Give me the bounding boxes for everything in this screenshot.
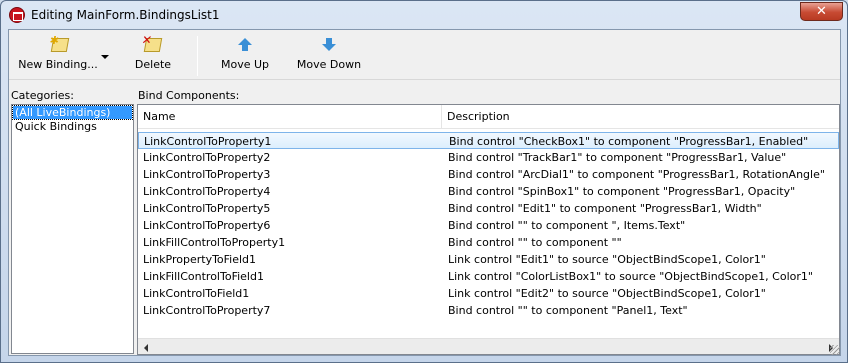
arrow-down-icon bbox=[321, 38, 337, 52]
row-description: Bind control "" to component "" bbox=[448, 236, 622, 249]
bind-components-label: Bind Components: bbox=[138, 89, 240, 102]
bind-components-list[interactable]: Name Description LinkControlToProperty1 B… bbox=[137, 104, 840, 355]
column-header-name[interactable]: Name bbox=[138, 105, 442, 129]
scroll-left-icon[interactable] bbox=[138, 339, 155, 354]
row-description: Bind control "Edit1" to component "Progr… bbox=[448, 202, 762, 215]
row-name: LinkFillControlToField1 bbox=[143, 270, 264, 283]
new-binding-button[interactable]: ✱ New Binding... bbox=[17, 34, 99, 76]
client-area: ✱ New Binding... ✕ Delete Move Up Move D… bbox=[8, 29, 841, 356]
move-down-button[interactable]: Move Down bbox=[293, 34, 365, 76]
column-header-description[interactable]: Description bbox=[442, 105, 839, 129]
row-name: LinkControlToProperty5 bbox=[143, 202, 271, 215]
row-description: Link control "Edit2" to source "ObjectBi… bbox=[448, 287, 766, 300]
table-row[interactable]: LinkControlToProperty7 Bind control "" to… bbox=[138, 302, 839, 319]
row-description: Bind control "TrackBar1" to component "P… bbox=[448, 151, 787, 164]
move-up-button[interactable]: Move Up bbox=[215, 34, 275, 76]
category-item-quick-bindings[interactable]: Quick Bindings bbox=[13, 120, 132, 133]
new-binding-label: New Binding... bbox=[18, 58, 98, 71]
row-name: LinkFillControlToProperty1 bbox=[143, 236, 286, 249]
delete-icon: ✕ bbox=[141, 33, 163, 52]
row-name: LinkControlToProperty1 bbox=[144, 135, 272, 148]
row-name: LinkControlToProperty6 bbox=[143, 219, 271, 232]
table-row[interactable]: LinkFillControlToProperty1 Bind control "… bbox=[138, 234, 839, 251]
list-header: Name Description bbox=[138, 105, 839, 129]
app-icon bbox=[9, 7, 25, 23]
toolbar-separator bbox=[197, 36, 198, 76]
window-title: Editing MainForm.BindingsList1 bbox=[31, 8, 220, 22]
delete-label: Delete bbox=[134, 58, 172, 71]
move-down-label: Move Down bbox=[296, 58, 362, 71]
editor-window: Editing MainForm.BindingsList1 ✕ ✱ New B… bbox=[0, 0, 848, 363]
rows: LinkControlToProperty1 Bind control "Chec… bbox=[138, 132, 839, 319]
row-name: LinkControlToProperty3 bbox=[143, 168, 271, 181]
row-description: Link control "ColorListBox1" to source "… bbox=[448, 270, 813, 283]
arrow-up-icon bbox=[237, 38, 253, 52]
move-up-label: Move Up bbox=[220, 58, 270, 71]
row-name: LinkControlToProperty7 bbox=[143, 304, 271, 317]
resize-grip-icon[interactable] bbox=[830, 345, 840, 355]
new-binding-dropdown-arrow-icon[interactable] bbox=[101, 55, 109, 59]
categories-list[interactable]: (All LiveBindings) Quick Bindings bbox=[11, 104, 134, 354]
table-row[interactable]: LinkControlToProperty5 Bind control "Edit… bbox=[138, 200, 839, 217]
table-row[interactable]: LinkControlToProperty2 Bind control "Trac… bbox=[138, 149, 839, 166]
table-row[interactable]: LinkControlToProperty6 Bind control "" to… bbox=[138, 217, 839, 234]
row-name: LinkPropertyToField1 bbox=[143, 253, 257, 266]
row-name: LinkControlToProperty4 bbox=[143, 185, 271, 198]
category-item-all-livebindings[interactable]: (All LiveBindings) bbox=[12, 105, 133, 120]
row-description: Bind control "" to component ", Items.Te… bbox=[448, 219, 686, 232]
table-row[interactable]: LinkControlToProperty3 Bind control "ArcD… bbox=[138, 166, 839, 183]
row-description: Bind control "CheckBox1" to component "P… bbox=[449, 135, 809, 148]
table-row[interactable]: LinkPropertyToField1 Link control "Edit1"… bbox=[138, 251, 839, 268]
table-row[interactable]: LinkControlToProperty1 Bind control "Chec… bbox=[138, 132, 839, 149]
delete-button[interactable]: ✕ Delete bbox=[131, 33, 175, 76]
row-description: Bind control "ArcDial1" to component "Pr… bbox=[448, 168, 825, 181]
row-description: Bind control "SpinBox1" to component "Pr… bbox=[448, 185, 796, 198]
categories-label: Categories: bbox=[11, 89, 74, 102]
table-row[interactable]: LinkControlToProperty4 Bind control "Spin… bbox=[138, 183, 839, 200]
row-name: LinkControlToProperty2 bbox=[143, 151, 271, 164]
new-binding-icon: ✱ bbox=[49, 34, 70, 52]
row-name: LinkControlToField1 bbox=[143, 287, 250, 300]
table-row[interactable]: LinkFillControlToField1 Link control "Col… bbox=[138, 268, 839, 285]
toolbar: ✱ New Binding... ✕ Delete Move Up Move D… bbox=[9, 30, 840, 80]
table-row[interactable]: LinkControlToField1 Link control "Edit2" … bbox=[138, 285, 839, 302]
row-description: Bind control "" to component "Panel1, Te… bbox=[448, 304, 688, 317]
row-description: Link control "Edit1" to source "ObjectBi… bbox=[448, 253, 766, 266]
title-bar[interactable]: Editing MainForm.BindingsList1 ✕ bbox=[1, 1, 847, 29]
close-button[interactable]: ✕ bbox=[800, 2, 843, 21]
horizontal-scrollbar[interactable] bbox=[138, 338, 839, 354]
